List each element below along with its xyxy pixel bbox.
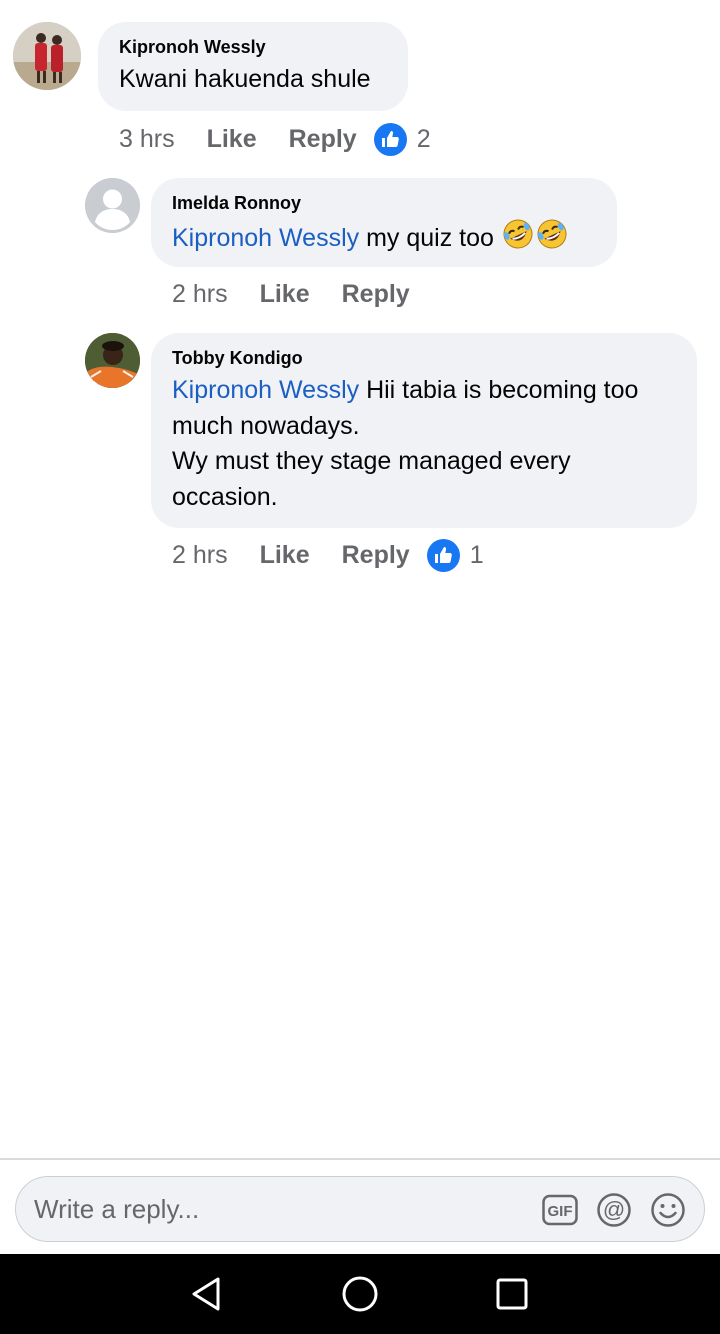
comment-text: Kwani hakuenda shule: [119, 65, 371, 93]
thumbs-up-icon: [426, 538, 460, 572]
reply-input-container[interactable]: GIF @: [15, 1176, 705, 1242]
comment-actions: 3 hrs Like Reply 2: [119, 119, 431, 159]
comment-time[interactable]: 3 hrs: [119, 125, 175, 154]
reply-button[interactable]: Reply: [289, 125, 357, 154]
comment-text-line: Wy must they stage managed every: [172, 447, 571, 475]
reply-input[interactable]: [34, 1177, 534, 1241]
comment-time[interactable]: 2 hrs: [172, 280, 228, 309]
comment-text-body: my quiz too: [359, 224, 501, 252]
comment-text: Kipronoh Wessly Hii tabia is becoming to…: [172, 373, 675, 515]
back-triangle-icon[interactable]: [186, 1274, 226, 1314]
like-button[interactable]: Like: [260, 280, 310, 309]
comment-time[interactable]: 2 hrs: [172, 541, 228, 570]
comment-actions: 2 hrs Like Reply: [172, 274, 410, 314]
comment-text-line: much nowadays.: [172, 411, 360, 440]
like-count: 1: [469, 540, 484, 569]
system-navigation-bar: [0, 1254, 720, 1334]
reaction-count[interactable]: 2: [373, 122, 431, 156]
comment-text-line: occasion.: [172, 482, 278, 511]
thumbs-up-icon: [373, 122, 407, 156]
comment-author[interactable]: Imelda Ronnoy: [172, 192, 595, 214]
comment-bubble[interactable]: Imelda Ronnoy Kipronoh Wessly my quiz to…: [151, 178, 617, 267]
comment-bubble[interactable]: Tobby Kondigo Kipronoh Wessly Hii tabia …: [151, 333, 697, 528]
like-count: 2: [416, 124, 431, 153]
comment-imelda: Imelda Ronnoy Kipronoh Wessly my quiz to…: [0, 170, 720, 320]
avatar[interactable]: [85, 333, 140, 388]
reply-composer: GIF @: [0, 1158, 720, 1254]
reply-button[interactable]: Reply: [342, 280, 410, 309]
mention-at-icon[interactable]: @: [595, 1191, 633, 1229]
comment-author[interactable]: Tobby Kondigo: [172, 347, 675, 369]
svg-text:GIF: GIF: [548, 1203, 573, 1220]
mention-link[interactable]: Kipronoh Wessly: [172, 376, 359, 404]
avatar[interactable]: [13, 22, 81, 90]
smiley-icon[interactable]: [649, 1191, 687, 1229]
comment-bubble[interactable]: Kipronoh Wessly Kwani hakuenda shule: [98, 22, 408, 111]
rofl-emoji-icon: [501, 218, 535, 261]
recents-square-icon[interactable]: [492, 1274, 532, 1314]
like-button[interactable]: Like: [207, 125, 257, 154]
comment-tobby: Tobby Kondigo Kipronoh Wessly Hii tabia …: [0, 320, 720, 580]
avatar[interactable]: [85, 178, 140, 233]
comment-author[interactable]: Kipronoh Wessly: [119, 36, 386, 58]
comment-actions: 2 hrs Like Reply 1: [172, 535, 484, 575]
reaction-count[interactable]: 1: [426, 538, 484, 572]
comment-text-line: Hii tabia is becoming too: [359, 376, 639, 404]
comment-text: Kipronoh Wessly my quiz too: [172, 218, 595, 261]
rofl-emoji-icon: [535, 218, 569, 261]
comment-kipronoh: Kipronoh Wessly Kwani hakuenda shule 3 h…: [0, 0, 720, 170]
gif-icon[interactable]: GIF: [541, 1191, 579, 1229]
reply-button[interactable]: Reply: [342, 541, 410, 570]
like-button[interactable]: Like: [260, 541, 310, 570]
mention-link[interactable]: Kipronoh Wessly: [172, 224, 359, 252]
home-circle-icon[interactable]: [340, 1274, 380, 1314]
svg-text:@: @: [603, 1197, 625, 1222]
